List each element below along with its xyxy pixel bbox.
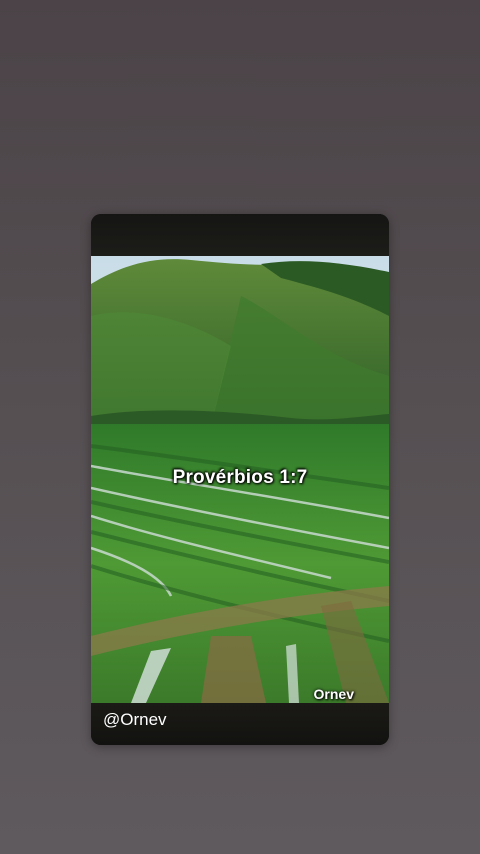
watermark-text: Ornev (313, 686, 354, 702)
username-handle[interactable]: @Ornev (103, 710, 167, 730)
verse-caption: Provérbios 1:7 (172, 467, 308, 488)
story-card[interactable]: Provérbios 1:7 Ornev @Ornev (91, 214, 389, 745)
top-letterbox (91, 214, 389, 256)
